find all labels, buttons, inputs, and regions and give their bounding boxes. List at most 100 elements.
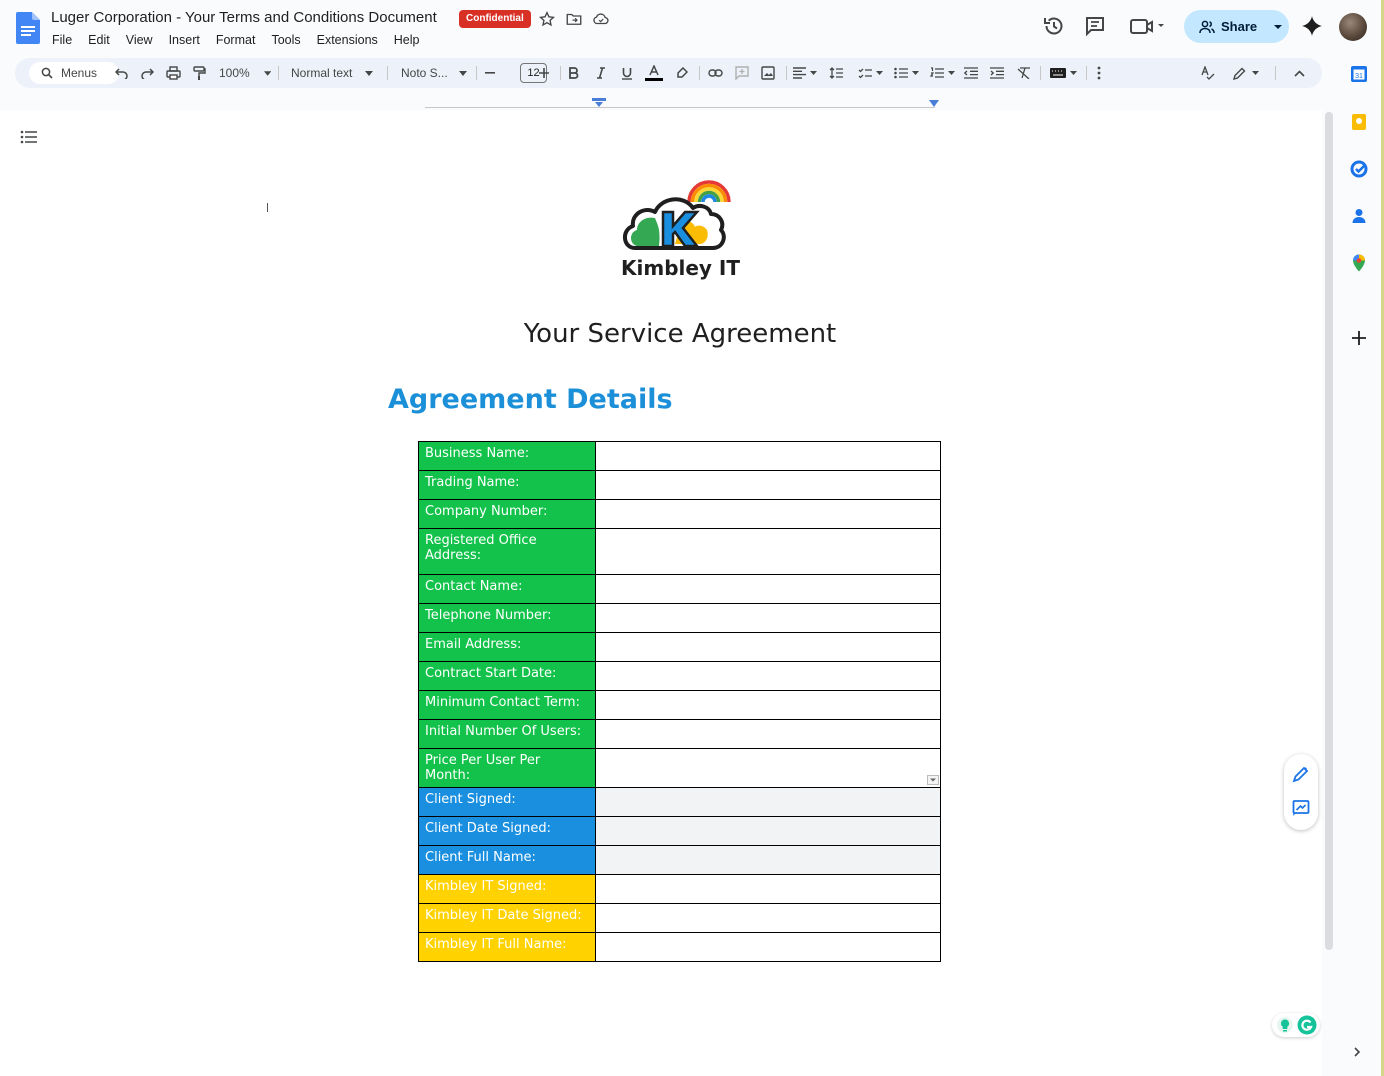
docs-app: Luger Corporation - Your Terms and Condi… [0, 0, 1384, 1076]
field-value[interactable] [594, 574, 942, 604]
field-label: Client Signed: [418, 787, 596, 817]
field-value[interactable] [594, 932, 942, 962]
chevron-down-icon [911, 71, 919, 75]
right-indent-marker-icon[interactable] [929, 100, 939, 108]
menu-file[interactable]: File [44, 31, 80, 49]
undo-button[interactable] [111, 58, 131, 88]
field-value[interactable] [594, 816, 942, 846]
share-dropdown[interactable] [1266, 10, 1289, 43]
add-note-icon[interactable] [1292, 799, 1310, 817]
comments-icon[interactable] [1083, 14, 1107, 38]
zoom-select[interactable]: 100% [215, 58, 271, 88]
gemini-icon[interactable] [1300, 14, 1324, 38]
tasks-icon[interactable] [1349, 159, 1369, 179]
table-row: Contact Name: [418, 574, 942, 604]
font-size-increase[interactable] [536, 58, 552, 88]
menu-extensions[interactable]: Extensions [309, 31, 386, 49]
edit-suggest-icon[interactable] [1292, 765, 1310, 783]
style-select[interactable]: Normal text [287, 58, 379, 88]
field-value[interactable] [594, 903, 942, 933]
contacts-icon[interactable] [1349, 206, 1369, 226]
font-size-decrease[interactable] [482, 58, 498, 88]
share-button[interactable]: Share [1184, 10, 1289, 43]
field-value[interactable] [594, 603, 942, 633]
indent-marker-icon[interactable] [591, 98, 607, 108]
zoom-value: 100% [219, 66, 250, 80]
align-button[interactable] [790, 58, 820, 88]
redo-button[interactable] [137, 58, 157, 88]
search-menus[interactable]: Menus [29, 62, 119, 84]
chevron-right-icon[interactable] [1352, 1046, 1362, 1058]
maps-icon[interactable] [1349, 253, 1369, 273]
font-select[interactable]: Noto S... [397, 58, 469, 88]
docs-icon[interactable] [16, 12, 40, 44]
cloud-saved-icon[interactable] [592, 10, 610, 28]
field-value[interactable] [594, 874, 942, 904]
menu-format[interactable]: Format [208, 31, 264, 49]
field-value[interactable] [594, 441, 942, 471]
print-button[interactable] [163, 58, 183, 88]
underline-button[interactable] [618, 58, 636, 88]
version-history-icon[interactable] [1042, 14, 1066, 38]
field-value[interactable] [594, 748, 942, 788]
menu-edit[interactable]: Edit [80, 31, 118, 49]
indent-increase-icon [990, 67, 1004, 79]
undo-icon [114, 68, 128, 79]
keep-icon[interactable] [1349, 112, 1369, 132]
bold-button[interactable] [565, 58, 583, 88]
spellcheck-button[interactable] [1198, 58, 1218, 88]
text-color-button[interactable] [644, 58, 664, 88]
menu-view[interactable]: View [118, 31, 161, 49]
move-folder-icon[interactable] [565, 10, 583, 28]
field-value[interactable] [594, 632, 942, 662]
meet-icon[interactable] [1129, 14, 1167, 38]
field-value[interactable] [594, 661, 942, 691]
line-spacing-button[interactable] [826, 58, 846, 88]
vertical-scrollbar[interactable] [1325, 112, 1333, 950]
field-label: Initial Number Of Users: [418, 719, 596, 749]
star-icon[interactable] [538, 10, 556, 28]
insert-link-button[interactable] [705, 58, 725, 88]
mouse-cursor [267, 203, 268, 212]
insert-image-button[interactable] [758, 58, 778, 88]
hide-menus-button[interactable] [1289, 58, 1309, 88]
underline-icon [622, 67, 632, 80]
add-comment-button[interactable] [732, 58, 752, 88]
field-value[interactable] [594, 499, 942, 529]
grammarly-widget[interactable] [1272, 1013, 1320, 1037]
outline-icon[interactable] [20, 130, 38, 144]
numbered-list-button[interactable] [927, 58, 957, 88]
editing-mode-button[interactable] [1229, 58, 1263, 88]
menu-help[interactable]: Help [386, 31, 428, 49]
menu-tools[interactable]: Tools [263, 31, 308, 49]
input-tools-button[interactable] [1046, 58, 1080, 88]
increase-indent-button[interactable] [987, 58, 1007, 88]
title-bar: Luger Corporation - Your Terms and Condi… [0, 0, 1384, 56]
ruler [425, 107, 935, 108]
decrease-indent-button[interactable] [961, 58, 981, 88]
document-title[interactable]: Luger Corporation - Your Terms and Condi… [51, 9, 437, 26]
field-label: Kimbley IT Signed: [418, 874, 596, 904]
account-avatar[interactable] [1339, 13, 1367, 41]
clear-formatting-button[interactable] [1014, 58, 1034, 88]
field-value[interactable] [594, 787, 942, 817]
add-icon[interactable] [1349, 328, 1369, 348]
italic-button[interactable] [592, 58, 610, 88]
more-options-button[interactable] [1090, 58, 1108, 88]
paint-format-button[interactable] [189, 58, 209, 88]
calendar-icon[interactable]: 31 [1349, 64, 1369, 84]
checklist-button[interactable] [855, 58, 885, 88]
field-value[interactable] [594, 470, 942, 500]
signature-dropdown[interactable] [927, 775, 939, 785]
highlight-button[interactable] [673, 58, 691, 88]
confidential-badge[interactable]: Confidential [459, 10, 531, 28]
menu-insert[interactable]: Insert [161, 31, 208, 49]
field-value[interactable] [594, 690, 942, 720]
agreement-details-heading[interactable]: Agreement Details [388, 384, 673, 415]
field-value[interactable] [594, 528, 942, 575]
field-value[interactable] [594, 719, 942, 749]
table-row: Initial Number Of Users: [418, 719, 942, 749]
bullet-list-button[interactable] [891, 58, 921, 88]
document-heading[interactable]: Your Service Agreement [380, 319, 980, 349]
field-value[interactable] [594, 845, 942, 875]
